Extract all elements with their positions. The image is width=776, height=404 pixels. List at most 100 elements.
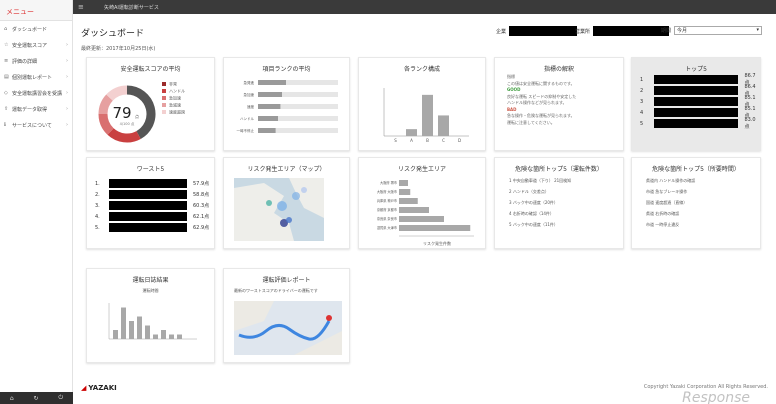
ranking-row[interactable]: 2. 58.8点 — [95, 190, 209, 199]
hamburger-icon[interactable]: ≡ — [78, 3, 88, 11]
rank-score: 62.9点 — [193, 225, 210, 231]
sidebar-item-label: 安全運転講習会を受講 — [12, 90, 63, 97]
risk-area-bar — [399, 180, 408, 186]
trip-bar — [121, 307, 126, 339]
risk-area-label: 奈良県 奈良市 — [377, 216, 398, 221]
sidebar-item-4[interactable]: ◇ 安全運転講習会を受講 › — [0, 85, 72, 101]
rank-score: 58.8点 — [193, 192, 210, 198]
rank-row-label: 速度 — [247, 104, 254, 109]
driver-name-redacted — [653, 108, 739, 117]
danger-point-item[interactable]: 3 バック中の速度（20件） — [509, 200, 571, 205]
rank-average-chart: 急発進急加速速度ハンドル一時不停止 — [237, 80, 338, 133]
risk-area-label: 大阪府 堺市 — [380, 180, 398, 185]
ranking-row[interactable]: 1. 57.9点 — [95, 179, 209, 188]
sidebar-item-label: サービスについて — [12, 122, 52, 129]
trip-bar — [113, 330, 118, 339]
danger-point-item[interactable]: 県道 右折時の確認 — [646, 211, 695, 216]
rank-bar — [258, 116, 278, 121]
page-title: ダッシュボード — [81, 29, 145, 39]
card-risk-report: 運転評価レポート 最新のワーストスコアのドライバーの運転です — [223, 268, 350, 363]
rank-dist-tick: C — [442, 138, 445, 143]
ranking-row[interactable]: 3. 60.3点 — [95, 201, 209, 210]
rank-distribution-chart: SABCD — [383, 88, 469, 143]
driver-name-redacted — [109, 190, 187, 199]
ranking-row[interactable]: 1 86.7点 — [640, 73, 760, 86]
card-top5: トップ5 1 86.7点 2 86.4点 3 85.1点 4 85.1点 5 83.0点 — [631, 57, 761, 151]
danger-point-item[interactable]: 市道 一時停止違反 — [646, 222, 695, 227]
trip-analysis-chart — [108, 303, 197, 340]
sidebar-item-0[interactable]: ⌂ ダッシュボード — [0, 21, 72, 37]
risk-area-bar — [399, 225, 471, 231]
rank-row-label: 急発進 — [244, 80, 255, 85]
danger-point-item[interactable]: 市道 急なブレーキ操作 — [646, 189, 695, 194]
risk-area-chart: 大阪府 堺市大阪府 大阪市兵庫県 神戸市京都府 京都市奈良県 奈良市滋賀県 大津… — [377, 180, 474, 246]
legend-label: 急減速 — [169, 102, 181, 108]
sidebar-item-5[interactable]: ⇪ 運転データ取得 › — [0, 101, 72, 117]
sidebar-item-3[interactable]: ▤ 個別運転レポート › — [0, 69, 72, 85]
card-title: リスク発生エリア（マップ） — [247, 166, 326, 173]
route-map[interactable] — [234, 301, 342, 355]
driver-name-redacted — [653, 75, 739, 84]
risk-area-bar — [399, 189, 411, 195]
ranking-row[interactable]: 2 86.4点 — [640, 84, 760, 97]
donut-segment — [98, 94, 113, 115]
sidebar-item-label: 個別運転レポート — [12, 74, 53, 81]
ranking-row[interactable]: 4. 62.1点 — [95, 212, 209, 221]
legend-swatch — [162, 82, 166, 86]
driver-name-redacted — [109, 223, 187, 232]
rank-dist-bar — [406, 129, 417, 136]
sidebar-item-1[interactable]: ☆ 安全運転スコア › — [0, 37, 72, 53]
donut-segment — [107, 128, 141, 143]
ranking-row[interactable]: 5. 62.9点 — [95, 223, 209, 232]
yazaki-logo: ◢ YAZAKI — [81, 384, 117, 392]
home-icon[interactable]: ⌂ — [10, 395, 14, 402]
how-to-line: ハンドル操作などが見られます。 — [507, 100, 567, 105]
yazaki-mark-icon: ◢ — [81, 384, 87, 392]
office-filter[interactable]: 営業所 — [575, 26, 670, 36]
period-filter[interactable]: 期間 今月 ▾ — [661, 26, 763, 35]
danger-point-item[interactable]: 4 右折時の確認（14件） — [509, 211, 571, 216]
sidebar-item-label: 安全運転スコア — [12, 42, 48, 49]
ranking-row[interactable]: 3 85.1点 — [640, 95, 760, 108]
danger-point-item[interactable]: 2 ハンドル（交差点） — [509, 189, 571, 194]
ranking-row[interactable]: 4 85.1点 — [640, 106, 760, 119]
office-value-redacted[interactable] — [593, 26, 670, 36]
card-rank-average: 項目ランクの平均 急発進 急加速 速度 ハンドル 一時不停止 — [223, 57, 350, 151]
risk-area-label: 大阪府 大阪市 — [377, 189, 398, 194]
danger-point-item[interactable]: 国道 速度超過（直線） — [646, 200, 695, 205]
legend-label: 急加速 — [169, 95, 181, 101]
power-icon[interactable]: ⏻ — [58, 394, 63, 402]
sidebar-item-6[interactable]: ℹ サービスについて › — [0, 117, 72, 133]
risk-area-map[interactable] — [234, 178, 324, 241]
card-title: 運転評価レポート — [262, 277, 311, 284]
score-value: 79 — [112, 104, 131, 122]
top-bar: ≡ 矢崎AI運転診断サービス — [73, 0, 776, 14]
risk-area-bar — [399, 216, 444, 222]
upload-icon: ⇪ — [4, 105, 9, 112]
ranking-row[interactable]: 5 83.0点 — [640, 117, 760, 130]
trip-bar — [137, 316, 142, 339]
sidebar: メニュー ⌂ ダッシュボード ☆ 安全運転スコア › ≡ 評価の詳細 › ▤ 個別運転レポート › ◇… — [0, 0, 73, 404]
report-subtitle: 最新のワーストスコアのドライバーの運転です — [234, 288, 318, 293]
document-icon: ▤ — [4, 73, 9, 80]
sidebar-bottom-bar: ⌂ ↻ ⏻ — [0, 392, 73, 404]
app-window: メニュー ⌂ ダッシュボード ☆ 安全運転スコア › ≡ 評価の詳細 › ▤ 個別運転レポート › ◇… — [0, 0, 776, 404]
rank-bar — [258, 80, 286, 85]
sidebar-item-2[interactable]: ≡ 評価の詳細 › — [0, 53, 72, 69]
period-select[interactable]: 今月 ▾ — [674, 26, 763, 35]
sidebar-item-label: 評価の詳細 — [12, 58, 38, 65]
rank-number: 2 — [640, 87, 644, 94]
trip-bar — [129, 321, 134, 339]
danger-point-item[interactable]: 1 中央自動車道（下り） 21回検知 — [509, 178, 571, 183]
company-filter[interactable]: 企業 — [496, 26, 578, 36]
company-value-redacted[interactable] — [509, 26, 578, 36]
refresh-icon[interactable]: ↻ — [34, 395, 39, 402]
rank-bar — [258, 128, 276, 133]
sidebar-item-label: ダッシュボード — [12, 26, 48, 33]
danger-point-item[interactable]: 県道内 ハンドル操作の確認 — [646, 178, 695, 183]
chevron-right-icon: › — [66, 106, 68, 112]
card-trip-analysis: 運転日誌結果 運転時間 — [86, 268, 215, 363]
card-title: 運転日誌結果 — [132, 277, 169, 284]
danger-point-item[interactable]: 5 バック中の速度（11件） — [509, 222, 571, 227]
rank-dist-bar — [422, 94, 433, 136]
